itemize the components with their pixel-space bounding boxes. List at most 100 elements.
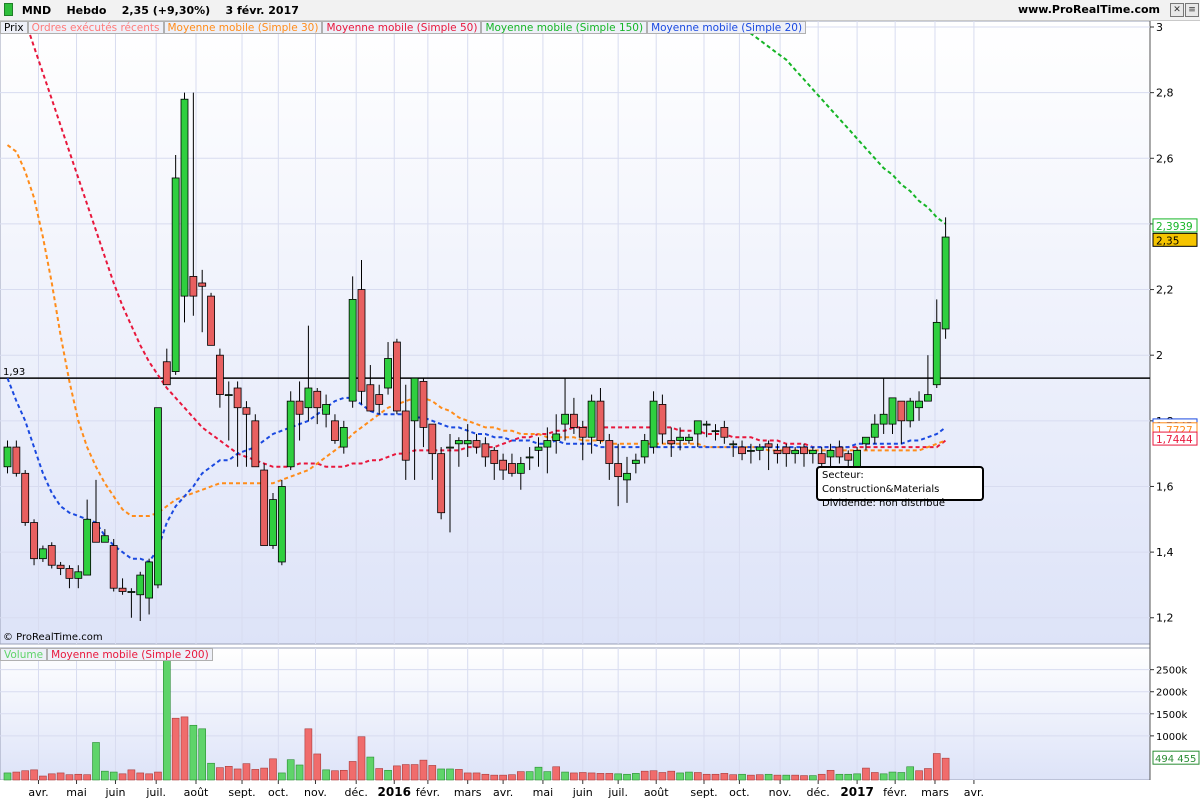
candle-body-85 xyxy=(755,446,764,451)
volume-bar-75 xyxy=(667,770,676,781)
volume-legend: Volume Moyenne mobile (Simple 200) xyxy=(0,648,213,661)
vol-y-tick-label-0: 1000k xyxy=(1156,732,1187,743)
symbol: MND xyxy=(21,4,52,17)
candle-body-32 xyxy=(286,400,295,468)
candle-body-46 xyxy=(410,377,419,422)
candle-body-40 xyxy=(357,289,366,392)
volume-bar-68 xyxy=(605,773,614,781)
menu-icon[interactable]: ≡ xyxy=(1185,3,1199,17)
volume-bar-31 xyxy=(278,772,286,781)
x-tick-label-7: nov. xyxy=(304,786,327,799)
candle-body-39 xyxy=(348,298,357,402)
candle-body-19 xyxy=(171,177,180,373)
volume-bar-63 xyxy=(561,771,569,781)
volume-bar-104 xyxy=(924,768,932,781)
last-label-0: 2,3939 xyxy=(1156,221,1193,233)
close-icon[interactable]: ✕ xyxy=(1170,3,1184,17)
x-tick-label-11: mars xyxy=(454,786,482,799)
x-tick-label-3: juil. xyxy=(145,786,166,799)
candle-body-78 xyxy=(693,420,702,435)
price-legend-item-5[interactable]: Moyenne mobile (Simple 20) xyxy=(647,21,807,34)
volume-bar-100 xyxy=(888,771,897,781)
volume-bar-54 xyxy=(481,773,490,781)
price-legend-item-3[interactable]: Moyenne mobile (Simple 50) xyxy=(322,21,482,34)
volume-bar-99 xyxy=(879,773,888,781)
candle-body-49 xyxy=(437,453,446,514)
candle-body-90 xyxy=(800,446,808,455)
chart-title: MND Hebdo 2,35 (+9,30%) 3 févr. 2017 xyxy=(4,3,299,17)
price-legend-item-4[interactable]: Moyenne mobile (Simple 150) xyxy=(481,21,648,34)
volume-bar-83 xyxy=(738,773,746,781)
volume-legend-item-1[interactable]: Moyenne mobile (Simple 200) xyxy=(47,648,213,661)
candle-body-54 xyxy=(481,443,490,458)
volume-bar-25 xyxy=(224,766,233,781)
candle-body-5 xyxy=(47,545,56,566)
candle-body-72 xyxy=(640,440,649,458)
vol-y-tick-label-3: 2500k xyxy=(1156,666,1187,677)
candle-body-70 xyxy=(623,472,631,481)
price-legend-item-0[interactable]: Prix xyxy=(0,21,28,34)
volume-bar-4 xyxy=(39,775,47,781)
volume-bar-5 xyxy=(47,773,56,781)
volume-bar-32 xyxy=(286,759,295,781)
x-tick-label-15: juil. xyxy=(607,786,628,799)
x-tick-label-1: mai xyxy=(66,786,87,799)
candle-body-34 xyxy=(304,387,313,409)
dividend-text: Dividende: non distribué xyxy=(822,498,946,509)
site-url[interactable]: www.ProRealTime.com xyxy=(1018,3,1160,16)
candle-body-68 xyxy=(605,440,614,464)
candle-body-11 xyxy=(100,535,109,543)
x-tick-label-16: août xyxy=(644,786,669,799)
x-tick-label-4: août xyxy=(184,786,209,799)
volume-bar-89 xyxy=(791,774,799,781)
candle-body-7 xyxy=(65,568,74,579)
candle-body-67 xyxy=(596,400,605,441)
candle-body-74 xyxy=(658,404,667,435)
volume-bar-87 xyxy=(773,774,782,781)
candle-body-29 xyxy=(260,469,269,546)
candle-body-28 xyxy=(251,420,260,468)
price-legend-item-2[interactable]: Moyenne mobile (Simple 30) xyxy=(163,21,323,34)
volume-bar-50 xyxy=(446,768,454,781)
volume-bar-24 xyxy=(216,767,224,781)
candle-body-84 xyxy=(747,449,755,452)
volume-bar-59 xyxy=(525,771,534,781)
volume-bar-92 xyxy=(817,773,826,781)
volume-bar-11 xyxy=(101,770,109,781)
vol-y-tick-label-2: 2000k xyxy=(1156,688,1187,699)
candle-body-97 xyxy=(862,436,870,445)
volume-bar-78 xyxy=(693,772,702,781)
volume-bar-77 xyxy=(685,771,693,781)
volume-bar-39 xyxy=(348,761,357,781)
candle-body-101 xyxy=(897,400,906,422)
volume-bar-88 xyxy=(782,774,791,781)
volume-bar-80 xyxy=(711,773,720,781)
quote-date: 3 févr. 2017 xyxy=(225,4,299,17)
horizontal-line-label: 1,93 xyxy=(3,367,25,378)
candle-body-10 xyxy=(92,522,100,543)
candle-body-75 xyxy=(667,440,676,445)
volume-bar-48 xyxy=(428,765,437,781)
candle-body-69 xyxy=(614,463,623,478)
last-label-4: 1,7444 xyxy=(1156,434,1193,446)
volume-bar-49 xyxy=(437,768,445,781)
candle-body-18 xyxy=(162,361,171,386)
volume-legend-item-0[interactable]: Volume xyxy=(0,648,48,661)
candle-body-13 xyxy=(118,587,127,592)
price-legend-item-1[interactable]: Ordres exécutés récents xyxy=(27,21,164,34)
volume-bar-29 xyxy=(260,767,268,781)
candle-body-2 xyxy=(21,472,30,523)
candle-body-58 xyxy=(516,463,525,474)
volume-bar-13 xyxy=(118,773,127,781)
candle-body-98 xyxy=(870,423,879,438)
copyright: © ProRealTime.com xyxy=(3,632,103,643)
volume-bar-76 xyxy=(676,772,684,781)
volume-bar-9 xyxy=(83,774,91,781)
volume-bar-84 xyxy=(747,774,755,781)
candle-body-57 xyxy=(508,463,516,474)
y-tick-label-4: 2 xyxy=(1156,349,1163,362)
candle-body-41 xyxy=(366,384,375,412)
candle-body-60 xyxy=(534,446,543,451)
candle-body-17 xyxy=(154,407,162,586)
candle-body-8 xyxy=(74,571,83,579)
